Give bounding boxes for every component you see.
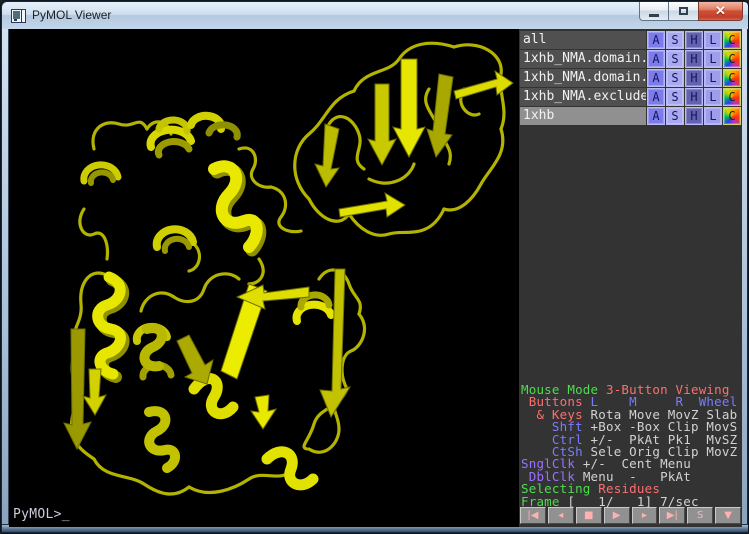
gl-viewport[interactable]: PyMOL>_ bbox=[9, 29, 519, 527]
c-menu-button[interactable]: C bbox=[723, 107, 741, 125]
object-list: allASHLC1xhb_NMA.domain.ASHLC1xhb_NMA.do… bbox=[520, 31, 741, 126]
a-menu-button[interactable]: A bbox=[647, 31, 665, 49]
h-menu-button[interactable]: H bbox=[685, 88, 703, 106]
s-menu-button[interactable]: S bbox=[666, 31, 684, 49]
h-menu-button[interactable]: H bbox=[685, 107, 703, 125]
object-name[interactable]: all bbox=[520, 31, 646, 49]
command-prompt[interactable]: PyMOL>_ bbox=[13, 507, 70, 522]
c-menu-button[interactable]: C bbox=[723, 31, 741, 49]
object-row: allASHLC bbox=[520, 31, 741, 49]
minimize-button[interactable] bbox=[639, 2, 669, 21]
h-menu-button[interactable]: H bbox=[685, 50, 703, 68]
maximize-button[interactable] bbox=[669, 2, 698, 21]
object-row: 1xhbASHLC bbox=[520, 107, 741, 125]
play-button[interactable]: ▶ bbox=[604, 507, 630, 524]
maximize-icon bbox=[679, 7, 688, 15]
minimize-icon bbox=[649, 14, 659, 17]
skip-to-end-button[interactable]: ▶| bbox=[659, 507, 685, 524]
internal-gui-panel: allASHLC1xhb_NMA.domain.ASHLC1xhb_NMA.do… bbox=[519, 29, 742, 527]
client-area: PyMOL>_ allASHLC1xhb_NMA.domain.ASHLC1xh… bbox=[9, 29, 742, 527]
l-menu-button[interactable]: L bbox=[704, 50, 722, 68]
c-menu-button[interactable]: C bbox=[723, 50, 741, 68]
c-menu-button[interactable]: C bbox=[723, 88, 741, 106]
pymol-window: PyMOL Viewer ✕ bbox=[0, 0, 749, 534]
s-menu-button[interactable]: S bbox=[666, 88, 684, 106]
object-row: 1xhb_NMA.excludeASHLC bbox=[520, 88, 741, 106]
app-icon bbox=[11, 9, 26, 23]
close-button[interactable]: ✕ bbox=[698, 2, 743, 21]
mouse-mode-panel: Mouse Mode 3-Button Viewing Buttons L M … bbox=[521, 384, 741, 508]
s-menu-button[interactable]: S bbox=[666, 69, 684, 87]
protein-ribbon-rendering bbox=[9, 29, 519, 527]
a-menu-button[interactable]: A bbox=[647, 50, 665, 68]
object-row: 1xhb_NMA.domain.ASHLC bbox=[520, 69, 741, 87]
l-menu-button[interactable]: L bbox=[704, 107, 722, 125]
window-title: PyMOL Viewer bbox=[32, 8, 111, 22]
title-bar[interactable]: PyMOL Viewer ✕ bbox=[2, 2, 749, 29]
h-menu-button[interactable]: H bbox=[685, 69, 703, 87]
stop-button[interactable]: ■ bbox=[576, 507, 602, 524]
menu-down-button[interactable]: ▼ bbox=[715, 507, 741, 524]
skip-to-start-button[interactable]: |◀ bbox=[520, 507, 546, 524]
movie-transport-controls: |◀◂■▶▸▶|S▼ bbox=[520, 507, 741, 524]
a-menu-button[interactable]: A bbox=[647, 107, 665, 125]
h-menu-button[interactable]: H bbox=[685, 31, 703, 49]
window-border-left bbox=[2, 29, 9, 527]
c-menu-button[interactable]: C bbox=[723, 69, 741, 87]
scene-mode-button[interactable]: S bbox=[687, 507, 713, 524]
l-menu-button[interactable]: L bbox=[704, 69, 722, 87]
object-row: 1xhb_NMA.domain.ASHLC bbox=[520, 50, 741, 68]
s-menu-button[interactable]: S bbox=[666, 50, 684, 68]
object-name[interactable]: 1xhb bbox=[520, 107, 646, 125]
object-name[interactable]: 1xhb_NMA.exclude bbox=[520, 88, 646, 106]
l-menu-button[interactable]: L bbox=[704, 88, 722, 106]
a-menu-button[interactable]: A bbox=[647, 88, 665, 106]
l-menu-button[interactable]: L bbox=[704, 31, 722, 49]
close-icon: ✕ bbox=[715, 3, 726, 19]
object-name[interactable]: 1xhb_NMA.domain. bbox=[520, 50, 646, 68]
object-name[interactable]: 1xhb_NMA.domain. bbox=[520, 69, 646, 87]
step-back-button[interactable]: ◂ bbox=[548, 507, 574, 524]
a-menu-button[interactable]: A bbox=[647, 69, 665, 87]
step-forward-button[interactable]: ▸ bbox=[632, 507, 658, 524]
s-menu-button[interactable]: S bbox=[666, 107, 684, 125]
